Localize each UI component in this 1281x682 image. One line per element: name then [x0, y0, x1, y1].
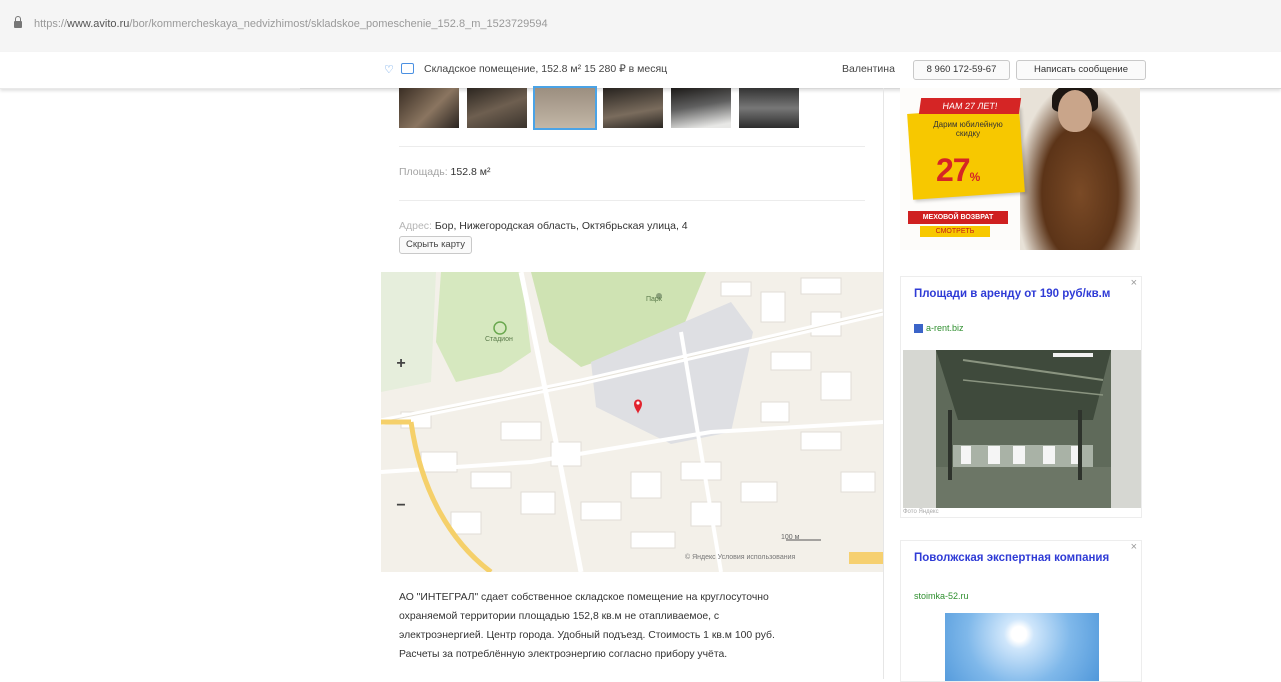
- sky-photo[interactable]: [945, 613, 1099, 681]
- photo-thumbnail-selected[interactable]: [533, 86, 597, 130]
- hide-map-button[interactable]: Скрыть карту: [399, 236, 472, 254]
- browser-address-bar[interactable]: https://www.avito.ru/bor/kommercheskaya_…: [0, 0, 1281, 53]
- lock-icon: [14, 16, 22, 28]
- expert-company-ad[interactable]: × Поволжская экспертная компания stoimka…: [900, 540, 1142, 682]
- listing-content: Площадь: 152.8 м² Адрес: Бор, Нижегородс…: [381, 86, 883, 679]
- url-domain: www.avito.ru: [67, 18, 130, 30]
- map-copyright[interactable]: © Яндекс Условия использования: [685, 554, 795, 561]
- photo-thumbnail[interactable]: [603, 88, 663, 128]
- zoom-out-button[interactable]: −: [393, 498, 409, 514]
- chat-icon[interactable]: [401, 63, 414, 74]
- address-value: Бор, Нижегородская область, Октябрьская …: [434, 220, 688, 232]
- ad-title[interactable]: Поволжская экспертная компания: [914, 551, 1129, 565]
- ad-percent-value: 27: [936, 152, 971, 188]
- photo-thumbnail[interactable]: [467, 88, 527, 128]
- description-line: Расчеты за потреблённую электроэнергию с…: [399, 649, 728, 660]
- fur-banner-ad[interactable]: НАМ 27 ЛЕТ! Дарим юбилейную скидку 27% М…: [900, 88, 1140, 250]
- url-text[interactable]: https://www.avito.ru/bor/kommercheskaya_…: [34, 18, 548, 30]
- photo-thumbnail[interactable]: [399, 88, 459, 128]
- ad-model-face: [1058, 90, 1092, 132]
- area-row: Площадь: 152.8 м²: [399, 166, 490, 178]
- rent-ad[interactable]: × Площади в аренду от 190 руб/кв.м a-ren…: [900, 276, 1142, 518]
- map-scale: 100 м: [781, 534, 800, 541]
- ad-percent-sign: %: [969, 170, 981, 184]
- listing-description: АО "ИНТЕГРАЛ" сдает собственное складско…: [399, 588, 869, 664]
- zoom-in-button[interactable]: +: [393, 356, 409, 372]
- ad-discount-percent: 27%: [936, 152, 981, 189]
- write-message-button[interactable]: Написать сообщение: [1016, 60, 1146, 80]
- description-line: АО "ИНТЕГРАЛ" сдает собственное складско…: [399, 592, 769, 603]
- ad-anniversary-banner: НАМ 27 ЛЕТ!: [918, 98, 1022, 114]
- map[interactable]: + − Парк Стадион 100 м © Яндекс Условия …: [381, 272, 883, 572]
- map-label: Стадион: [485, 336, 513, 343]
- url-path: /bor/kommercheskaya_nedvizhimost/skladsk…: [129, 18, 548, 30]
- ads-sidebar: НАМ 27 ЛЕТ! Дарим юбилейную скидку 27% М…: [900, 88, 1142, 682]
- ad-strip: МЕХОВОЙ ВОЗВРАТ: [908, 211, 1008, 224]
- description-line: электроэнергией. Центр города. Удобный п…: [399, 630, 775, 641]
- ad-watch-button[interactable]: СМОТРЕТЬ: [920, 226, 990, 237]
- ad-gift-text: Дарим юбилейную скидку: [933, 120, 1003, 138]
- map-canvas: [381, 272, 883, 572]
- address-label: Адрес:: [399, 220, 432, 232]
- photo-thumbnail[interactable]: [739, 88, 799, 128]
- address-row: Адрес: Бор, Нижегородская область, Октяб…: [399, 220, 688, 232]
- ad-close-icon[interactable]: ×: [1131, 277, 1137, 289]
- favorite-heart-icon[interactable]: ♡: [384, 63, 394, 76]
- warehouse-drawing: [903, 350, 1141, 508]
- ad-favicon-icon: [914, 324, 923, 334]
- ad-domain[interactable]: stoimka-52.ru: [914, 591, 969, 601]
- phone-button[interactable]: 8 960 172-59-67: [913, 60, 1010, 80]
- ad-domain-text: stoimka-52.ru: [914, 591, 969, 601]
- listing-title: Складское помещение, 152.8 м² 15 280 ₽ в…: [424, 63, 668, 75]
- area-label: Площадь:: [399, 166, 448, 178]
- ad-domain-text: a-rent.biz: [926, 323, 964, 333]
- ad-domain[interactable]: a-rent.biz: [914, 323, 964, 334]
- divider: [399, 146, 865, 147]
- photo-caption: Фото Яндекс: [903, 509, 939, 515]
- url-prefix: https://: [34, 18, 68, 30]
- seller-name[interactable]: Валентина: [842, 63, 895, 75]
- column-divider: [883, 88, 884, 679]
- left-divider: [0, 88, 300, 89]
- description-line: охраняемой территории площадью 152,8 кв.…: [399, 611, 720, 622]
- ad-title[interactable]: Площади в аренду от 190 руб/кв.м: [914, 287, 1129, 301]
- sticky-listing-header: ♡ Складское помещение, 152.8 м² 15 280 ₽…: [0, 52, 1281, 89]
- photo-thumbnail[interactable]: [671, 88, 731, 128]
- ad-close-icon[interactable]: ×: [1131, 541, 1137, 553]
- area-value: 152.8 м²: [450, 166, 491, 178]
- map-label: Парк: [646, 296, 662, 303]
- divider: [399, 200, 865, 201]
- warehouse-photo[interactable]: [903, 350, 1141, 508]
